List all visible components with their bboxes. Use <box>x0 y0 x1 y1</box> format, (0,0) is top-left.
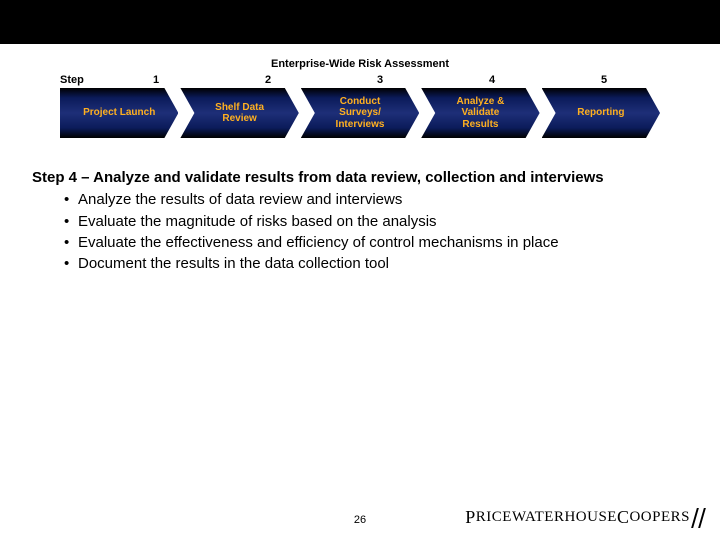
brand-text: RICEWATERHOUSE <box>476 509 617 526</box>
chevron-step-5: Reporting <box>542 88 660 138</box>
body-content: Step 4 – Analyze and validate results fr… <box>0 138 720 274</box>
diagram-title: Enterprise-Wide Risk Assessment <box>0 58 720 70</box>
process-chevron-row: Project Launch Shelf Data Review Conduct… <box>0 88 720 138</box>
chevron-label: Project Launch <box>69 107 169 119</box>
step-header-row: Step 1 2 3 4 5 <box>0 74 720 86</box>
brand-text: OOPERS <box>629 509 690 526</box>
chevron-label: Analyze & Validate Results <box>443 96 519 131</box>
brand-text: C <box>617 507 630 528</box>
bullet-item: Evaluate the effectiveness and efficienc… <box>78 233 688 253</box>
brand-divider-icon <box>698 508 706 528</box>
step-number-2: 2 <box>212 74 324 86</box>
brand-divider-icon <box>691 508 699 528</box>
chevron-label: Reporting <box>563 107 638 119</box>
step-label: Step <box>60 74 100 86</box>
chevron-step-3: Conduct Surveys/ Interviews <box>301 88 419 138</box>
bullet-list: Analyze the results of data review and i… <box>32 190 688 274</box>
section-heading: Step 4 – Analyze and validate results fr… <box>32 168 688 188</box>
chevron-label: Shelf Data Review <box>201 102 278 125</box>
step-number-3: 3 <box>324 74 436 86</box>
step-number-5: 5 <box>548 74 660 86</box>
chevron-step-4: Analyze & Validate Results <box>421 88 539 138</box>
chevron-label: Conduct Surveys/ Interviews <box>322 96 399 131</box>
bullet-item: Evaluate the magnitude of risks based on… <box>78 212 688 232</box>
brand-logo: PRICEWATERHOUSECOOPERS <box>465 507 704 528</box>
chevron-step-2: Shelf Data Review <box>180 88 298 138</box>
bullet-item: Document the results in the data collect… <box>78 254 688 274</box>
page-number: 26 <box>354 514 366 526</box>
brand-text: P <box>465 507 476 528</box>
step-number-4: 4 <box>436 74 548 86</box>
step-number-1: 1 <box>100 74 212 86</box>
bullet-item: Analyze the results of data review and i… <box>78 190 688 210</box>
chevron-step-1: Project Launch <box>60 88 178 138</box>
title-bar <box>0 0 720 44</box>
